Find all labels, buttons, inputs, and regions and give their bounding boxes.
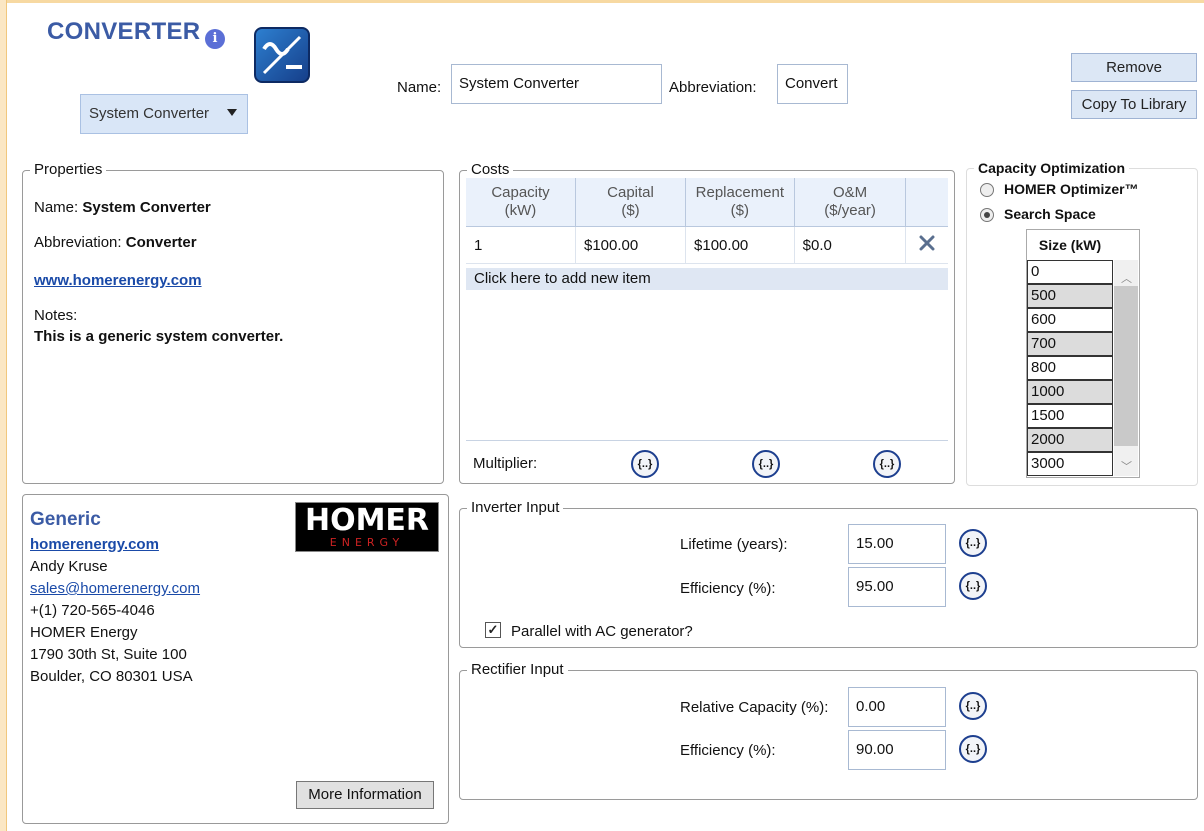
logo-subtext: ENERGY: [329, 536, 405, 549]
manufacturer-address-line2: Boulder, CO 80301 USA: [30, 668, 193, 685]
rectifier-input-legend: Rectifier Input: [467, 661, 568, 679]
scrollbar-thumb[interactable]: [1114, 286, 1138, 446]
inverter-efficiency-field[interactable]: 95.00: [848, 567, 946, 607]
add-new-item-row[interactable]: Click here to add new item: [466, 268, 948, 290]
manufacturer-address-line1: 1790 30th St, Suite 100: [30, 646, 187, 663]
page-title: CONVERTER: [47, 18, 201, 45]
lifetime-field[interactable]: 15.00: [848, 524, 946, 564]
search-space-label: Search Space: [1004, 206, 1096, 222]
size-cell[interactable]: 1000: [1027, 380, 1113, 404]
inverter-input-legend: Inverter Input: [467, 499, 564, 517]
manufacturer-email-link[interactable]: sales@homerenergy.com: [30, 578, 200, 600]
converter-icon: [254, 27, 310, 83]
properties-notes-value: This is a generic system converter.: [34, 328, 284, 345]
properties-name: Name: System Converter: [34, 199, 211, 216]
manufacturer-name: Generic: [30, 509, 101, 530]
size-cell[interactable]: 700: [1027, 332, 1113, 356]
delete-row-button[interactable]: [905, 226, 948, 264]
remove-button[interactable]: Remove: [1071, 53, 1197, 82]
rectifier-input-group: Rectifier Input: [459, 661, 1198, 800]
cell-capacity[interactable]: 1: [466, 226, 576, 264]
relative-capacity-sensitivity-button[interactable]: {..}: [959, 692, 987, 720]
chevron-down-icon[interactable]: ﹀: [1121, 458, 1132, 474]
homer-energy-logo: HOMER ENERGY: [295, 502, 439, 552]
logo-text: HOMER: [304, 503, 430, 538]
size-cell[interactable]: 0: [1027, 260, 1113, 284]
properties-notes-label: Notes:: [34, 307, 78, 324]
size-cell[interactable]: 800: [1027, 356, 1113, 380]
rectifier-efficiency-sensitivity-button[interactable]: {..}: [959, 735, 987, 763]
cell-capital[interactable]: $100.00: [575, 226, 687, 264]
converter-type-value: System Converter: [89, 105, 210, 122]
multiplier-capital-button[interactable]: {..}: [631, 450, 659, 478]
inverter-efficiency-label: Efficiency (%):: [680, 580, 776, 597]
abbreviation-field[interactable]: Convert: [777, 64, 848, 104]
window-top-border: [0, 0, 1204, 3]
column-header-capacity[interactable]: Capacity (kW): [466, 178, 576, 227]
parallel-ac-label: Parallel with AC generator?: [511, 623, 693, 640]
rectifier-efficiency-label: Efficiency (%):: [680, 742, 776, 759]
properties-name-label: Name:: [34, 199, 79, 216]
chevron-down-icon: [227, 109, 237, 116]
costs-header-row: Capacity (kW) Capital ($) Replacement ($) O…: [466, 178, 948, 227]
abbreviation-label: Abbreviation:: [669, 79, 757, 96]
size-cell[interactable]: 3000: [1027, 452, 1113, 476]
info-icon[interactable]: i: [205, 29, 225, 49]
costs-table: Capacity (kW) Capital ($) Replacement ($) O…: [466, 178, 948, 264]
column-header-om[interactable]: O&M ($/year): [794, 178, 907, 227]
manufacturer-phone: +(1) 720-565-4046: [30, 602, 155, 619]
inverter-efficiency-sensitivity-button[interactable]: {..}: [959, 572, 987, 600]
cell-om[interactable]: $0.0: [794, 226, 907, 264]
column-header-actions: [905, 178, 948, 227]
size-table-scrollbar[interactable]: ︿ ﹀: [1114, 260, 1138, 476]
window-left-border: [0, 0, 7, 831]
properties-abbreviation-label: Abbreviation:: [34, 234, 122, 251]
column-header-replacement[interactable]: Replacement ($): [685, 178, 795, 227]
multiplier-replacement-button[interactable]: {..}: [752, 450, 780, 478]
lifetime-sensitivity-button[interactable]: {..}: [959, 529, 987, 557]
properties-group: Properties: [22, 161, 444, 484]
manufacturer-website-link[interactable]: homerenergy.com: [30, 534, 159, 556]
size-cell[interactable]: 500: [1027, 284, 1113, 308]
properties-abbreviation-value: Converter: [125, 234, 197, 251]
manufacturer-contact: Andy Kruse: [30, 558, 108, 575]
costs-legend: Costs: [467, 161, 514, 179]
homer-optimizer-radio[interactable]: [980, 183, 994, 197]
size-cell[interactable]: 1500: [1027, 404, 1113, 428]
chevron-up-icon[interactable]: ︿: [1121, 270, 1132, 286]
parallel-ac-checkbox[interactable]: ✓: [485, 622, 501, 638]
size-cell[interactable]: 2000: [1027, 428, 1113, 452]
converter-type-dropdown[interactable]: System Converter: [80, 94, 248, 134]
properties-name-value: System Converter: [82, 199, 211, 216]
lifetime-label: Lifetime (years):: [680, 536, 788, 553]
homer-optimizer-label: HOMER Optimizer™: [1004, 181, 1139, 197]
name-field[interactable]: System Converter: [451, 64, 662, 104]
properties-abbreviation: Abbreviation: Converter: [34, 234, 197, 251]
name-label: Name:: [397, 79, 442, 96]
copy-to-library-button[interactable]: Copy To Library: [1071, 90, 1197, 119]
rectifier-efficiency-field[interactable]: 90.00: [848, 730, 946, 770]
size-cell[interactable]: 600: [1027, 308, 1113, 332]
costs-empty-area: [466, 290, 948, 441]
properties-legend: Properties: [30, 161, 107, 179]
multiplier-om-button[interactable]: {..}: [873, 450, 901, 478]
table-row: 1 $100.00 $100.00 $0.0: [466, 226, 948, 264]
capacity-optimization-legend: Capacity Optimization: [974, 159, 1130, 177]
relative-capacity-label: Relative Capacity (%):: [680, 699, 829, 716]
properties-website-link[interactable]: www.homerenergy.com: [34, 272, 202, 289]
cell-replacement[interactable]: $100.00: [685, 226, 795, 264]
column-header-capital[interactable]: Capital ($): [575, 178, 687, 227]
close-icon: [919, 235, 935, 251]
multiplier-label: Multiplier:: [473, 455, 538, 472]
more-information-button[interactable]: More Information: [296, 781, 434, 809]
manufacturer-company: HOMER Energy: [30, 624, 138, 641]
size-table-header: Size (kW): [1038, 237, 1102, 253]
relative-capacity-field[interactable]: 0.00: [848, 687, 946, 727]
search-space-radio[interactable]: [980, 208, 994, 222]
